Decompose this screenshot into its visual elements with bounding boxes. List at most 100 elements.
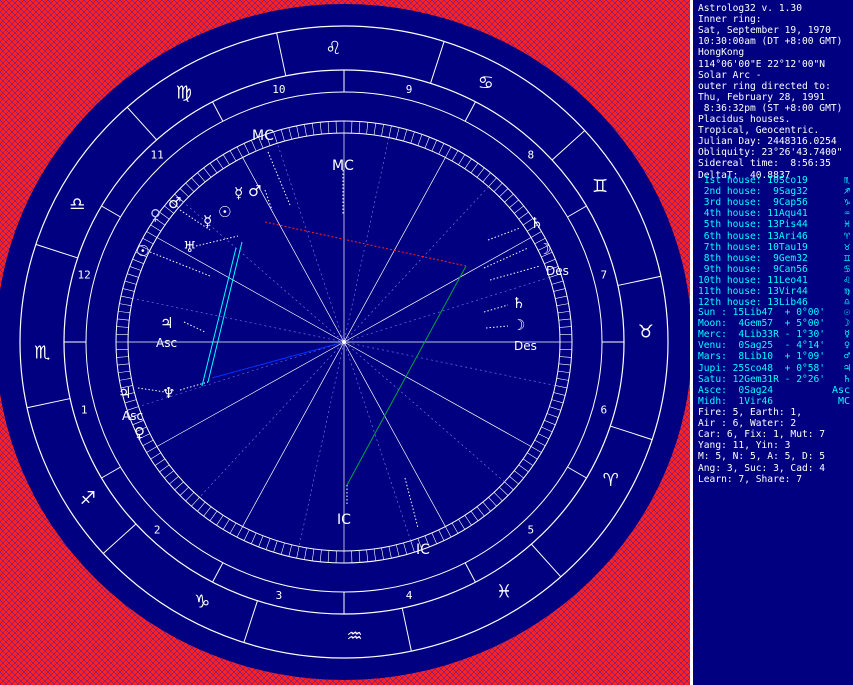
sun-glyph: ☉ xyxy=(136,242,149,260)
house-sign-icon: ♑ xyxy=(844,197,850,208)
info-panel: Astrolog32 v. 1.30Inner ring:Sat, Septem… xyxy=(693,0,853,685)
zodiac-sign-icon: ♋ xyxy=(478,72,494,93)
house-number: 9 xyxy=(406,83,413,96)
zodiac-sign-icon: ♐ xyxy=(80,488,96,509)
planet-icon: MC xyxy=(838,396,850,407)
zodiac-sign-icon: ♏ xyxy=(34,342,50,363)
asc-label-inner: Asc xyxy=(122,409,143,423)
stat-line: Ang: 3, Suc: 3, Cad: 4 xyxy=(698,463,825,474)
mars-glyph-outer: ♂ xyxy=(248,182,261,200)
house-sign-icon: ♊ xyxy=(844,253,850,264)
venus-glyph-outer: ☿ xyxy=(234,184,243,202)
zodiac-sign-icon: ♓ xyxy=(496,581,512,602)
house-sign-icon: ♍ xyxy=(844,286,850,297)
house-sign-icon: ♋ xyxy=(844,264,850,275)
planet-icon: ♂ xyxy=(844,351,850,362)
info-line: Tropical, Geocentric. xyxy=(698,125,819,136)
chart-center xyxy=(342,340,346,344)
ic-label-inner: IC xyxy=(337,512,351,528)
planet-icon: ☉ xyxy=(844,307,850,318)
house-number: 6 xyxy=(601,404,608,417)
planet-row: Venu: 0Sag25 - 4°14' xyxy=(698,340,825,351)
planet-row: Mars: 8Lib10 + 1°09' xyxy=(698,351,825,362)
planet-row: Sun : 15Lib47 + 0°00' xyxy=(698,307,825,318)
info-line: 8:36:32pm (ST +8:00 GMT) xyxy=(698,103,842,114)
info-line: Sat, September 19, 1970 xyxy=(698,25,831,36)
moon-glyph-outer: ☽ xyxy=(538,240,551,258)
planet-icon: ☿ xyxy=(844,329,850,340)
info-line: Placidus houses. xyxy=(698,114,790,125)
info-line: HongKong xyxy=(698,47,744,58)
house-number: 7 xyxy=(601,268,608,281)
info-line: Julian Day: 2448316.0254 xyxy=(698,136,837,147)
asc-label-outer: Asc xyxy=(156,336,177,350)
des-label-outer: Des xyxy=(546,264,569,278)
house-row: 3rd house: 9Cap56 xyxy=(698,197,808,208)
planet-row: Midh: 1Vir46 xyxy=(698,396,779,407)
jupiter-glyph: ♃ xyxy=(118,384,131,402)
venus-glyph: ♀ xyxy=(150,206,161,224)
planet-icon: ♃ xyxy=(844,363,850,374)
zodiac-sign-icon: ♈ xyxy=(603,470,619,491)
info-line: outer ring directed to: xyxy=(698,81,831,92)
stat-line: M: 5, N: 5, A: 5, D: 5 xyxy=(698,451,825,462)
house-number: 10 xyxy=(272,83,285,96)
house-row: 7th house: 10Tau19 xyxy=(698,242,808,253)
planet-row: Asce: 0Sag24 xyxy=(698,385,779,396)
house-number: 8 xyxy=(528,148,535,161)
planet-row: Moon: 4Gem57 + 5°00' xyxy=(698,318,825,329)
planet-icon: ☽ xyxy=(844,318,850,329)
info-line: Obliquity: 23°26'43.7400" xyxy=(698,147,842,158)
des-label-inner: Des xyxy=(514,339,537,353)
moon-glyph: ☽ xyxy=(512,316,525,334)
house-number: 5 xyxy=(528,524,535,537)
mars-glyph: ♂ xyxy=(168,194,181,212)
info-line: Solar Arc - xyxy=(698,70,762,81)
info-line: 10:30:00am (DT +8:00 GMT) xyxy=(698,36,842,47)
venus-glyph-asc: ♀ xyxy=(134,424,145,442)
saturn-glyph-outer: ♄ xyxy=(530,214,543,232)
zodiac-sign-icon: ♎ xyxy=(69,194,85,215)
zodiac-sign-icon: ♒ xyxy=(346,626,362,647)
house-sign-icon: ♐ xyxy=(844,186,850,197)
house-sign-icon: ♈ xyxy=(844,231,850,242)
stat-line: Car: 6, Fix: 1, Mut: 7 xyxy=(698,429,825,440)
info-line: Sidereal time: 8:56:35 xyxy=(698,158,831,169)
house-row: 1st house: 10Sco19 xyxy=(698,175,808,186)
house-sign-icon: ♌ xyxy=(844,275,850,286)
house-row: 6th house: 13Ari46 xyxy=(698,231,808,242)
planet-icon: ♄ xyxy=(844,374,850,385)
planet-icon: Asc xyxy=(832,385,850,396)
stat-line: Fire: 5, Earth: 1, xyxy=(698,407,802,418)
app-title: Astrolog32 v. 1.30 xyxy=(698,3,802,14)
sun-glyph-inner: ☉ xyxy=(218,203,231,221)
mercury-glyph: ☿ xyxy=(203,212,212,230)
zodiac-sign-icon: ♌ xyxy=(325,38,341,59)
house-sign-icon: ♏ xyxy=(844,175,850,186)
mc-label-outer: MC xyxy=(252,128,274,144)
zodiac-sign-icon: ♉ xyxy=(638,322,654,343)
planet-icon: ♀ xyxy=(844,340,850,351)
chart-wheel: ♌♋♊♉♈♓♒♑♐♏♎♍ 109876543211211 ♂ ♀ ☿ ☉ ♅ ☉… xyxy=(0,0,690,685)
house-number: 1 xyxy=(81,404,88,417)
planet-row: Jupi: 25Sco48 + 0°58' xyxy=(698,363,825,374)
saturn-glyph: ♄ xyxy=(512,294,525,312)
uranus-glyph: ♅ xyxy=(183,238,196,256)
planet-row: Merc: 4Lib33R - 1°30' xyxy=(698,329,825,340)
house-number: 12 xyxy=(78,268,91,281)
house-row: 4th house: 11Aqu41 xyxy=(698,208,808,219)
house-number: 2 xyxy=(154,524,161,537)
info-line: Thu, February 28, 1991 xyxy=(698,92,825,103)
info-line: 114°06'00"E 22°12'00"N xyxy=(698,59,825,70)
neptune-glyph: ♆ xyxy=(162,384,175,402)
house-sign-icon: ♒ xyxy=(844,208,850,219)
stat-line: Yang: 11, Yin: 3 xyxy=(698,440,790,451)
zodiac-sign-icon: ♊ xyxy=(592,176,608,197)
house-number: 4 xyxy=(406,589,413,602)
house-number: 11 xyxy=(151,148,164,161)
house-sign-icon: ♉ xyxy=(844,242,850,253)
house-row: 2nd house: 9Sag32 xyxy=(698,186,808,197)
chart-area: ♌♋♊♉♈♓♒♑♐♏♎♍ 109876543211211 ♂ ♀ ☿ ☉ ♅ ☉… xyxy=(0,0,690,685)
house-row: 8th house: 9Gem32 xyxy=(698,253,808,264)
jupiter-glyph-outer: ♃ xyxy=(160,314,173,332)
